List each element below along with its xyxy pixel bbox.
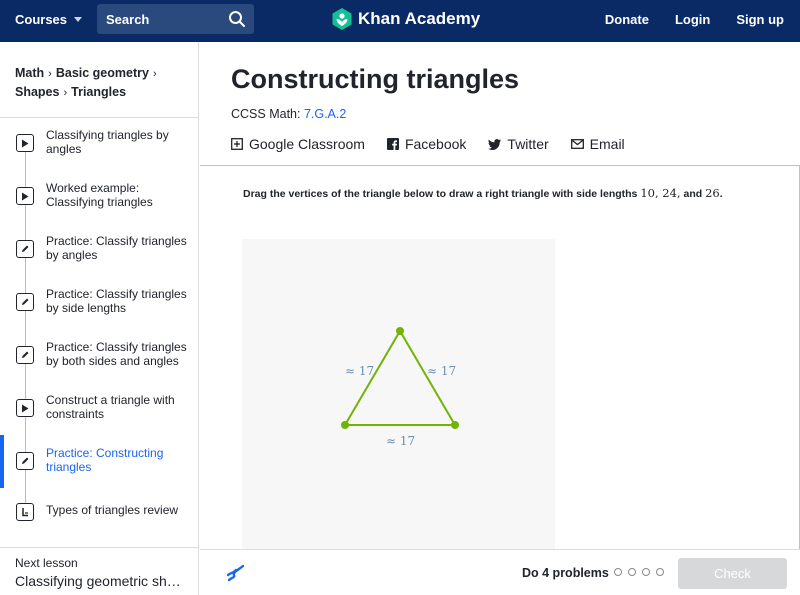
facebook-icon [386,138,399,150]
sidebar-item-label: Classifying triangles by angles [46,128,169,156]
sidebar-item-label: Types of triangles review [46,503,179,517]
twitter-label: Twitter [507,136,549,152]
vertex-left[interactable] [341,421,349,429]
courses-label: Courses [15,12,68,27]
chevron-right-icon: › [152,68,157,80]
page-title: Constructing triangles [231,64,520,94]
triangle-shape [343,329,457,426]
sidebar-item-worked-example[interactable]: Worked example: Classifying triangles [0,175,199,228]
google-classroom-icon [231,138,243,150]
progress-dot [628,568,636,576]
twitter-button[interactable]: Twitter [488,136,549,152]
exercise-area: Drag the vertices of the triangle below … [200,165,800,550]
sidebar-item-practice-classify-by-angles[interactable]: Practice: Classify triangles by angles [0,228,199,281]
top-navbar: Courses Khan Academy Donate Login Sign u… [0,0,800,42]
play-icon [16,134,34,152]
pencil-icon [16,240,34,258]
prompt-math-lengths: 10, 24, [640,186,681,200]
ccss-standard: CCSS Math: 7.G.A.2 [231,107,346,121]
sidebar-item-label: Practice: Classify triangles by angles [46,234,187,262]
sidebar-item-label: Practice: Constructing triangles [46,446,164,474]
sidebar-item-label: Practice: Classify triangles by side len… [46,287,187,315]
sidebar-item-construct-triangle-with-constraints[interactable]: Construct a triangle with constraints [0,387,199,440]
sidebar-item-practice-classify-by-sides-and-angles[interactable]: Practice: Classify triangles by both sid… [0,334,199,387]
prompt-text: Drag the vertices of the triangle below … [243,188,641,200]
prompt-and: and [680,188,706,200]
next-lesson-title: Classifying geometric shapes [15,573,185,589]
search-input[interactable] [106,11,216,27]
breadcrumb-math[interactable]: Math [15,66,44,80]
ccss-link[interactable]: 7.G.A.2 [304,107,346,121]
sidebar-item-label: Practice: Classify triangles by both sid… [46,340,187,368]
search-box[interactable] [97,4,254,34]
check-button[interactable]: Check [678,558,787,589]
play-icon [16,399,34,417]
chevron-right-icon: › [48,68,52,80]
vertex-right[interactable] [451,421,459,429]
side-label-right: ≈ 17 [427,364,456,378]
scratchpad-icon[interactable] [225,562,247,584]
pencil-icon [16,452,34,470]
pencil-icon [16,346,34,364]
side-label-bottom: ≈ 17 [386,434,415,448]
exercise-prompt: Drag the vertices of the triangle below … [243,186,723,200]
vertex-top[interactable] [396,327,404,335]
courses-menu[interactable]: Courses [15,12,83,27]
sidebar: Math › Basic geometry › Shapes › Triangles Cl… [0,42,199,595]
account-nav: Donate Login Sign up [605,12,784,27]
sidebar-item-classifying-triangles-by-angles[interactable]: Classifying triangles by angles [0,122,199,175]
khan-academy-logo[interactable]: Khan Academy [332,8,480,30]
chevron-right-icon: › [63,87,68,99]
twitter-icon [488,138,502,150]
email-label: Email [589,136,625,152]
ccss-prefix: CCSS Math: [231,107,304,121]
triangle-graph[interactable]: ≈ 17 ≈ 17 ≈ 17 [242,239,555,550]
progress-dot [656,568,664,576]
facebook-button[interactable]: Facebook [386,136,467,152]
pencil-icon [16,293,34,311]
donate-link[interactable]: Donate [605,12,649,27]
email-icon [570,139,584,149]
sidebar-item-label: Construct a triangle with constraints [46,393,175,421]
side-label-left: ≈ 17 [345,364,374,378]
do-problems-label: Do 4 problems [522,566,609,580]
exercise-footer: Do 4 problems Check [200,549,800,595]
sidebar-item-label: Worked example: Classifying triangles [46,181,153,209]
breadcrumb: Math › Basic geometry › Shapes › Triangles [15,64,190,102]
sidebar-item-types-of-triangles-review[interactable]: Types of triangles review [0,494,199,547]
next-lesson[interactable]: Next lesson Classifying geometric shapes [0,547,199,595]
facebook-label: Facebook [404,136,467,152]
article-icon [16,503,34,521]
play-icon [16,187,34,205]
sidebar-item-practice-classify-by-side-lengths[interactable]: Practice: Classify triangles by side len… [0,281,199,334]
active-indicator [0,435,4,488]
next-lesson-label: Next lesson [15,556,78,570]
chevron-down-icon [74,17,83,22]
main-content: Constructing triangles CCSS Math: 7.G.A.… [200,42,800,595]
signup-link[interactable]: Sign up [736,12,784,27]
logo-text: Khan Academy [358,9,481,28]
prompt-end: . [719,188,723,200]
share-bar: Google Classroom Facebook Twitter Email [231,136,625,152]
prompt-math-last: 26 [705,186,720,200]
login-link[interactable]: Login [675,12,710,27]
email-button[interactable]: Email [570,136,625,152]
search-icon[interactable] [228,10,246,28]
google-classroom-button[interactable]: Google Classroom [231,136,365,152]
breadcrumb-basic-geometry[interactable]: Basic geometry [56,66,149,80]
google-classroom-label: Google Classroom [249,136,365,152]
divider [0,117,199,118]
khan-logo-icon [332,8,352,30]
breadcrumb-shapes[interactable]: Shapes [15,85,59,99]
progress-dots [614,568,664,576]
progress-dot [642,568,650,576]
triangle-canvas[interactable]: ≈ 17 ≈ 17 ≈ 17 [242,239,555,550]
progress-dot [614,568,622,576]
breadcrumb-triangles[interactable]: Triangles [71,85,126,99]
sidebar-item-practice-constructing-triangles[interactable]: Practice: Constructing triangles [0,435,199,488]
